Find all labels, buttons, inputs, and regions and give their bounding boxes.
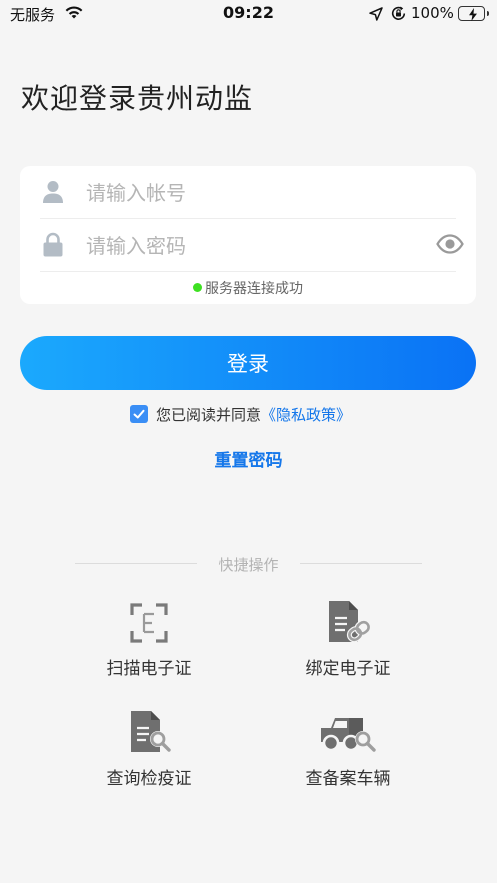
battery-percent: 100% [411,4,454,22]
account-row [20,166,476,218]
action-label: 扫描电子证 [106,659,192,679]
document-link-icon [329,601,371,643]
scan-icon [130,603,168,643]
eye-icon[interactable] [436,234,464,258]
password-input[interactable] [86,229,426,263]
location-arrow-icon [369,6,383,25]
query-vehicle-button[interactable]: 查备案车辆 [278,712,418,789]
status-dot-icon [193,283,202,292]
action-label: 绑定电子证 [305,659,391,679]
reset-password-link[interactable]: 重置密码 [0,446,497,471]
scan-certificate-button[interactable]: 扫描电子证 [79,602,219,679]
login-form-card: 服务器连接成功 [20,166,476,304]
query-quarantine-button[interactable]: 查询检疫证 [79,710,219,789]
page-title: 欢迎登录贵州动监 [21,82,254,115]
quick-actions-title: 快捷操作 [218,556,279,574]
privacy-policy-link[interactable]: 《隐私政策》 [261,406,351,424]
divider-line-right [300,563,422,564]
agreement-checkbox[interactable] [130,405,148,423]
lock-icon [42,232,64,261]
server-status: 服务器连接成功 [20,278,476,298]
truck-search-icon [321,718,376,752]
login-button[interactable]: 登录 [20,336,476,390]
document-search-icon [131,711,171,752]
status-bar: 无服务 09:22 100% [0,0,497,30]
agreement-text: 您已阅读并同意 [156,406,262,424]
action-label: 查备案车辆 [305,769,391,789]
server-status-text: 服务器连接成功 [205,281,303,297]
agreement-row: 您已阅读并同意《隐私政策》 [130,404,351,424]
battery-icon [458,6,489,21]
bind-certificate-button[interactable]: 绑定电子证 [278,600,418,679]
account-input[interactable] [86,176,426,210]
action-label: 查询检疫证 [106,769,192,789]
password-row [20,219,476,271]
orientation-lock-icon [390,5,407,26]
divider [40,271,456,272]
user-icon [42,180,64,208]
